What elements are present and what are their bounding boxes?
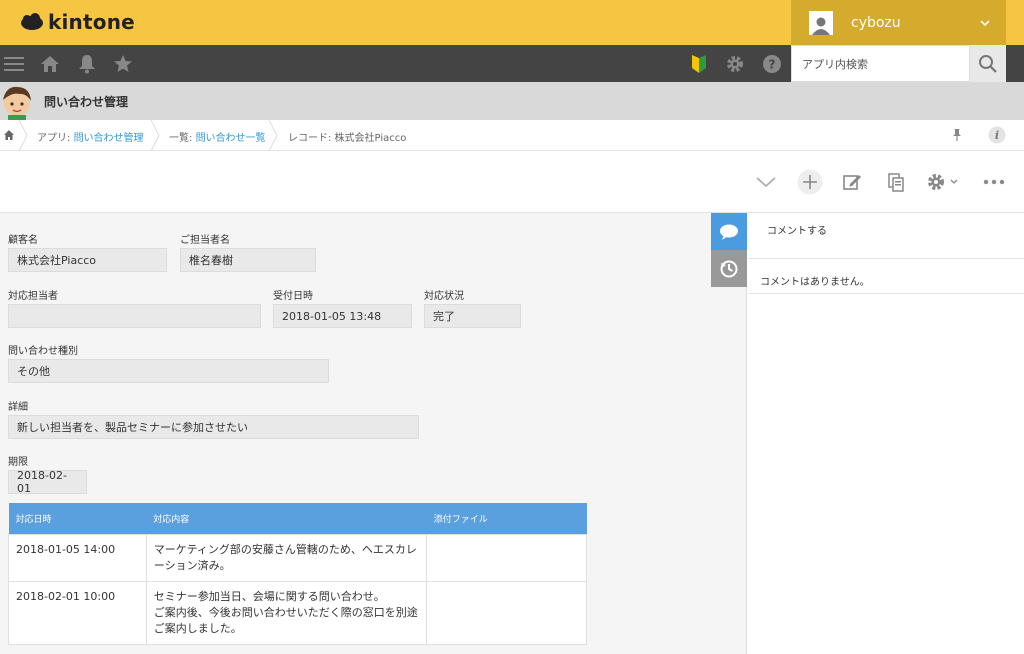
info-icon[interactable]: i	[988, 126, 1006, 144]
table-header-row: 対応日時 対応内容 添付ファイル	[8, 503, 587, 534]
row-datetime: 2018-01-05 14:00	[8, 533, 147, 582]
tab-comments[interactable]	[711, 213, 747, 250]
breadcrumb-list[interactable]: 一覧: 問い合わせ一覧	[169, 129, 266, 144]
bell-icon[interactable]	[76, 53, 98, 75]
row-content: セミナー参加当日、会場に関する問い合わせ。ご案内後、今後お問い合わせいただく際の…	[145, 580, 428, 645]
record-toolbar	[0, 151, 1024, 213]
received-value: 2018-01-05 13:48	[273, 304, 412, 328]
search-placeholder: アプリ内検索	[802, 57, 868, 71]
table-row: 2018-02-01 10:00 セミナー参加当日、会場に関する問い合わせ。 ご案…	[8, 580, 587, 645]
column-header-content: 対応内容	[146, 503, 427, 534]
help-icon[interactable]: ?	[761, 53, 783, 75]
home-icon[interactable]	[39, 53, 61, 75]
table-row: 2018-01-05 14:00 マーケティング部の安藤さん管轄のため、ヘエスカ…	[8, 533, 587, 582]
assignee-label: 対応担当者	[8, 291, 58, 302]
app-title-bar	[0, 82, 1024, 120]
content-line: マーケティング部の安藤さん管轄のため、ヘエスカレ	[153, 542, 417, 556]
breadcrumb-separator	[18, 120, 28, 151]
row-content: マーケティング部の安藤さん管轄のため、ヘエスカレ ーション済み。	[145, 533, 428, 582]
beginner-mark-icon[interactable]	[688, 53, 710, 75]
svg-text:i: i	[995, 129, 999, 142]
breadcrumb-app-link[interactable]: 問い合わせ管理	[74, 133, 144, 144]
row-datetime: 2018-02-01 10:00	[8, 580, 147, 645]
history-icon	[720, 260, 738, 277]
assignee-value	[8, 304, 261, 328]
search-button[interactable]	[970, 45, 1006, 82]
deadline-label: 期限	[8, 457, 28, 468]
app-title: 問い合わせ管理	[44, 95, 129, 109]
settings-menu-button[interactable]	[926, 171, 962, 193]
breadcrumb: アプリ: 問い合わせ管理 一覧: 問い合わせ一覧 レコード: 株式会社Piacc…	[0, 120, 1024, 151]
settings-icon	[928, 174, 958, 190]
add-record-button[interactable]	[797, 169, 823, 195]
breadcrumb-app[interactable]: アプリ: 問い合わせ管理	[37, 129, 144, 144]
comment-post-field[interactable]: コメントする	[748, 213, 1024, 259]
chevron-down-icon[interactable]	[754, 171, 778, 193]
row-attachment	[426, 533, 587, 582]
breadcrumb-separator	[150, 120, 160, 151]
side-tabs	[711, 213, 747, 287]
user-avatar-icon	[809, 10, 833, 35]
search-icon	[979, 54, 997, 73]
status-value: 完了	[424, 304, 521, 328]
user-menu[interactable]: cybozu	[791, 0, 1006, 45]
response-history-table: 対応日時 対応内容 添付ファイル 2018-01-05 14:00 マーケティン…	[8, 503, 587, 645]
gear-icon[interactable]	[724, 53, 746, 75]
customer-value: 株式会社Piacco	[8, 248, 167, 272]
more-icon[interactable]	[983, 171, 1005, 193]
user-name: cybozu	[851, 14, 901, 31]
menu-icon[interactable]	[3, 53, 25, 75]
plus-icon	[797, 169, 823, 195]
logo-text: kintone	[48, 10, 135, 34]
deadline-value: 2018-02-01	[8, 469, 87, 495]
breadcrumb-app-prefix: アプリ:	[37, 133, 74, 144]
customer-label: 顧客名	[8, 235, 38, 246]
edit-icon[interactable]	[841, 171, 863, 193]
content-line: ーション済み。	[153, 558, 231, 572]
breadcrumb-list-prefix: 一覧:	[169, 133, 196, 144]
detail-label: 詳細	[8, 402, 28, 413]
home-icon[interactable]	[3, 129, 15, 141]
copy-icon[interactable]	[885, 171, 907, 193]
received-label: 受付日時	[273, 291, 313, 302]
status-label: 対応状況	[424, 291, 464, 302]
pin-icon[interactable]	[952, 128, 962, 142]
content-line: ご案内後、今後お問い合わせいただく際の窓口を別途	[153, 605, 418, 619]
content-line: ご案内しました。	[153, 621, 242, 635]
detail-value: 新しい担当者を、製品セミナーに参加させたい	[8, 415, 419, 439]
breadcrumb-list-link[interactable]: 問い合わせ一覧	[196, 133, 266, 144]
contact-value: 椎名春樹	[180, 248, 316, 272]
contact-label: ご担当者名	[180, 235, 230, 246]
breadcrumb-record: レコード: 株式会社Piacco	[288, 133, 407, 144]
column-header-attachment: 添付ファイル	[426, 503, 587, 534]
tab-history[interactable]	[711, 250, 747, 287]
app-search-input[interactable]: アプリ内検索	[791, 45, 970, 82]
kintone-cloud-icon	[21, 13, 43, 30]
comment-icon	[720, 224, 738, 240]
svg-text:?: ?	[769, 58, 776, 72]
top-header: kintone cybozu	[0, 0, 1024, 45]
content-line: セミナー参加当日、会場に関する問い合わせ。	[153, 589, 385, 603]
kintone-logo[interactable]: kintone	[20, 10, 135, 34]
star-icon[interactable]	[112, 53, 134, 75]
column-header-datetime: 対応日時	[8, 503, 147, 534]
inquiry-type-value: その他	[8, 359, 329, 383]
chevron-down-icon	[980, 19, 990, 26]
breadcrumb-separator	[268, 120, 278, 151]
comments-empty-message: コメントはありません。	[748, 259, 1024, 294]
comments-panel: コメントする コメントはありません。	[748, 213, 1024, 654]
row-attachment	[426, 580, 587, 645]
inquiry-type-label: 問い合わせ種別	[8, 346, 78, 357]
app-icon	[0, 82, 34, 120]
